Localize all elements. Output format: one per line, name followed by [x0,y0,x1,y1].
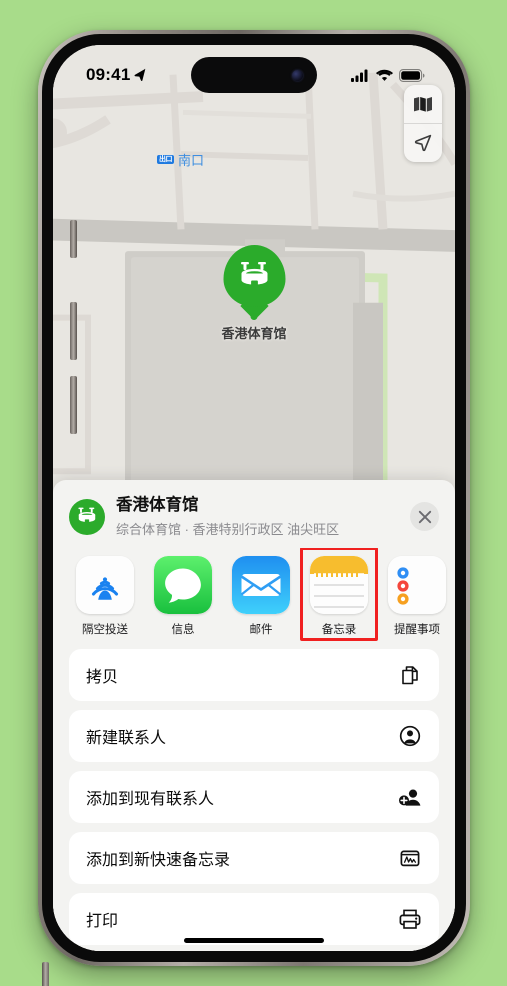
share-app-row[interactable]: 隔空投送 信息 邮件 备忘录 提醒事项 [53,547,455,649]
close-icon [418,510,431,524]
action-group-quick-note: 添加到新快速备忘录 [69,831,439,884]
poi-label: 香港体育馆 [221,326,287,341]
share-action-list: 拷贝 新建联系人 添加到现有联系人 添加到新快速备忘录 打印 [53,648,455,945]
battery-icon [399,68,425,82]
action-group-print: 打印 [69,892,439,945]
place-avatar [69,498,105,535]
stadium-pin-icon [222,245,285,307]
action-row-quick-note[interactable]: 添加到新快速备忘录 [69,832,439,884]
phone-screen: 09:41 出口 南口 香港体育馆 香港体育馆 综合体育馆 · 香港特别行政区 … [53,45,455,951]
cellular-bars-icon [351,69,368,82]
transit-label-text: 南口 [178,153,205,168]
mail-icon [232,555,290,614]
poi-pin[interactable]: 香港体育馆 [221,245,287,342]
stadium-glyph [240,262,267,286]
pin-anchor-dot [250,313,258,320]
locate-me-button[interactable] [404,124,442,162]
reminders-icon [388,555,446,614]
action-label: 添加到现有联系人 [86,790,215,808]
map-layers-icon [414,97,432,112]
share-sheet-header: 香港体育馆 综合体育馆 · 香港特别行政区 油尖旺区 [53,480,455,548]
close-button[interactable] [410,502,439,532]
airdrop-icon [76,555,134,614]
power-button[interactable] [42,962,49,986]
front-camera-icon [292,69,303,81]
new-contact-icon [398,724,422,748]
messages-icon [154,555,212,614]
action-group-copy: 拷贝 [69,648,439,701]
action-group-existing-contact: 添加到现有联系人 [69,770,439,823]
dynamic-island[interactable] [191,57,317,93]
add-existing-contact-icon [398,785,422,809]
exit-badge: 出口 [157,155,174,164]
share-app-label: 信息 [171,623,195,636]
transit-exit-label[interactable]: 出口 南口 [157,150,204,169]
volume-up-button[interactable] [70,302,77,360]
share-app-mail[interactable]: 邮件 [231,555,291,637]
print-icon [398,907,422,931]
place-title: 香港体育馆 [116,496,199,514]
action-label: 拷贝 [86,668,119,686]
action-label: 添加到新快速备忘录 [86,851,231,869]
share-app-label: 备忘录 [321,623,357,636]
share-app-label: 提醒事项 [394,623,440,636]
clock-time: 09:41 [86,65,131,84]
action-row-add-existing-contact[interactable]: 添加到现有联系人 [69,771,439,823]
notes-icon [310,555,368,614]
action-row-copy[interactable]: 拷贝 [69,649,439,701]
place-info: 香港体育馆 综合体育馆 · 香港特别行政区 油尖旺区 [116,496,410,538]
phone-bezel: 09:41 出口 南口 香港体育馆 香港体育馆 综合体育馆 · 香港特别行政区 … [42,34,466,962]
status-clock: 09:41 [86,65,147,85]
volume-down-button[interactable] [70,376,77,434]
wifi-icon [376,69,393,81]
home-indicator[interactable] [184,938,324,943]
share-app-messages[interactable]: 信息 [153,555,213,637]
phone-frame: 09:41 出口 南口 香港体育馆 香港体育馆 综合体育馆 · 香港特别行政区 … [38,30,470,986]
place-subtitle: 综合体育馆 · 香港特别行政区 油尖旺区 [116,521,340,537]
action-row-print[interactable]: 打印 [69,893,439,945]
map-controls[interactable] [404,85,442,162]
action-button[interactable] [70,220,77,258]
stadium-icon [78,508,96,523]
status-indicators [351,68,425,82]
action-row-new-contact[interactable]: 新建联系人 [69,710,439,762]
share-app-label: 隔空投送 [82,623,128,636]
share-sheet: 香港体育馆 综合体育馆 · 香港特别行政区 油尖旺区 隔空投送 信息 邮件 备忘… [53,480,455,951]
copy-icon [398,663,422,687]
quick-note-icon [398,846,422,870]
location-arrow-icon [414,134,432,152]
share-app-reminders[interactable]: 提醒事项 [387,555,447,637]
action-label: 新建联系人 [86,729,167,747]
share-app-notes[interactable]: 备忘录 [300,547,378,641]
action-group-contacts: 新建联系人 [69,709,439,762]
share-app-label: 邮件 [249,623,273,636]
share-app-airdrop[interactable]: 隔空投送 [75,555,135,637]
location-arrow-icon [135,68,146,82]
action-label: 打印 [86,912,119,930]
